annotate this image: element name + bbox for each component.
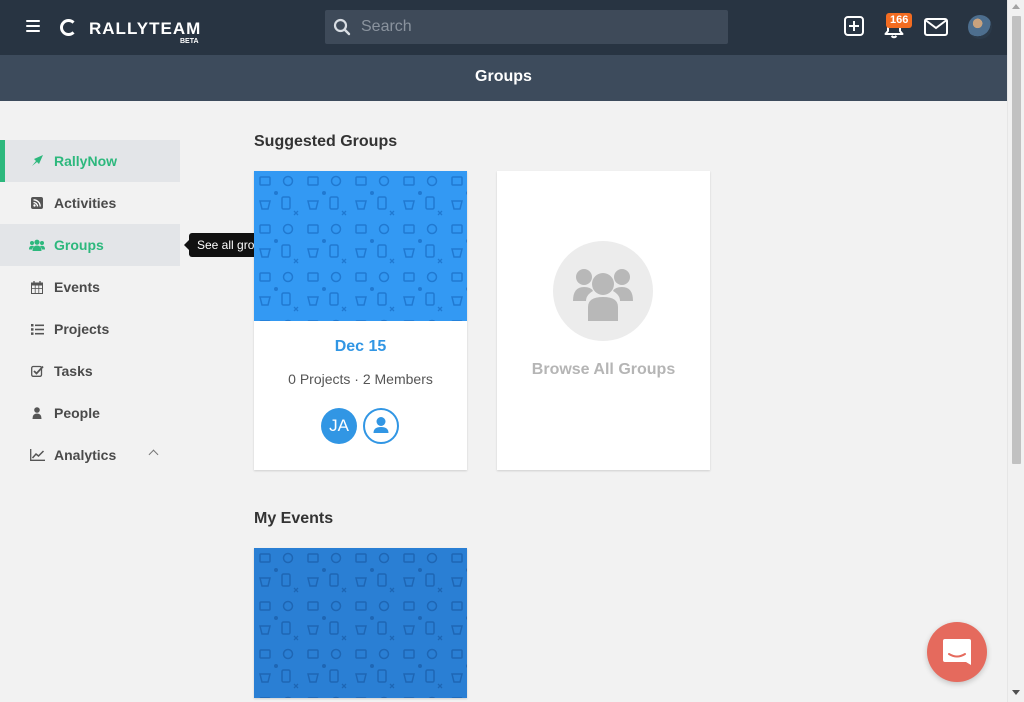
sidebar-item-groups[interactable]: Groups [0, 224, 180, 266]
add-icon[interactable] [844, 16, 864, 36]
sidebar-item-label: People [54, 405, 100, 421]
list-icon [29, 322, 45, 336]
page-header: Groups [0, 55, 1007, 101]
suggested-groups-heading: Suggested Groups [254, 133, 398, 150]
calendar-icon [29, 280, 45, 294]
sidebar-item-tasks[interactable]: Tasks [0, 350, 180, 392]
mail-icon[interactable] [924, 17, 948, 37]
page-title: Groups [475, 68, 532, 85]
event-card[interactable] [254, 548, 467, 698]
sidebar-item-projects[interactable]: Projects [0, 308, 180, 350]
chat-icon [943, 639, 971, 665]
vertical-scrollbar[interactable] [1007, 0, 1024, 702]
sidebar-item-people[interactable]: People [0, 392, 180, 434]
chevron-up-icon[interactable] [148, 449, 159, 460]
group-card[interactable]: Dec 15 0 Projects · 2 Members JA [254, 171, 467, 470]
search-icon [333, 18, 351, 36]
notification-count-badge: 166 [886, 13, 913, 28]
checkbox-icon [29, 364, 45, 378]
users-icon [29, 238, 45, 252]
sidebar-item-label: Events [54, 279, 100, 295]
group-meta: 0 Projects · 2 Members [288, 371, 433, 387]
sidebar-item-activities[interactable]: Activities [0, 182, 180, 224]
sidebar-item-label: Projects [54, 321, 110, 337]
rss-icon [29, 196, 45, 210]
sidebar-nav: RallyNow Activities Groups Events Projec… [0, 140, 180, 476]
event-cover-image [254, 548, 467, 698]
search-bar [325, 10, 728, 44]
browse-all-groups-card[interactable]: Browse All Groups [497, 171, 710, 470]
member-avatar[interactable]: JA [321, 408, 357, 444]
member-avatar-placeholder[interactable] [363, 408, 399, 444]
hamburger-menu-icon[interactable] [26, 20, 40, 32]
user-avatar[interactable] [968, 15, 992, 39]
sidebar-item-rallynow[interactable]: RallyNow [0, 140, 180, 182]
group-placeholder [553, 241, 653, 341]
users-icon [573, 269, 633, 321]
sidebar-item-analytics[interactable]: Analytics [0, 434, 180, 476]
sidebar-item-label: Groups [54, 237, 104, 253]
beta-label: BETA [180, 38, 199, 45]
person-icon [29, 406, 45, 420]
logo-ring-icon [60, 19, 77, 36]
sidebar-item-label: Tasks [54, 363, 93, 379]
group-name-link[interactable]: Dec 15 [254, 338, 467, 356]
scroll-up-arrow-icon[interactable] [1012, 4, 1020, 9]
person-icon [373, 417, 389, 433]
scroll-down-arrow-icon[interactable] [1012, 690, 1020, 695]
sidebar-item-label: Activities [54, 195, 117, 211]
top-navbar: RALLYTEAM BETA 166 [0, 0, 1007, 55]
my-events-heading: My Events [254, 510, 334, 527]
group-cover-image [254, 171, 467, 321]
line-chart-icon [29, 448, 45, 462]
logo-text: RALLYTEAM [89, 19, 202, 38]
sidebar-item-label: Analytics [54, 447, 117, 463]
browse-all-groups-link[interactable]: Browse All Groups [497, 361, 710, 379]
sidebar-item-label: RallyNow [54, 153, 118, 169]
scrollbar-thumb[interactable] [1012, 16, 1021, 464]
search-input[interactable] [361, 10, 721, 44]
sidebar-item-events[interactable]: Events [0, 266, 180, 308]
chat-launcher-button[interactable] [927, 622, 987, 682]
rocket-icon [29, 154, 45, 168]
